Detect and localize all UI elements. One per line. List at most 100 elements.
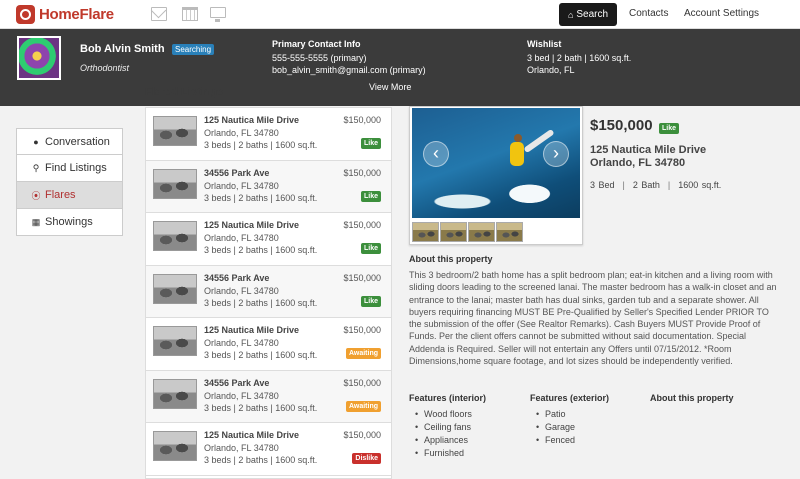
wishlist: Wishlist 3 bed | 2 bath | 1600 sq.ft. Or… <box>527 38 631 76</box>
listing-specs: 3 beds | 2 baths | 1600 sq.ft. <box>204 192 318 203</box>
listing-city: Orlando, FL 34780 <box>204 338 279 348</box>
listing-thumbnail <box>153 116 197 146</box>
sidebar-item-label: Showings <box>45 216 93 228</box>
status-badge: Searching <box>172 44 215 55</box>
contact-info-title: Primary Contact Info <box>272 39 361 49</box>
listing-price: $150,000 <box>343 377 381 388</box>
list-item[interactable]: 125 Nautica Mile Drive Orlando, FL 34780… <box>146 108 391 161</box>
chevron-left-icon[interactable]: ‹ <box>423 141 449 167</box>
surfer-head-shape <box>514 134 522 142</box>
feature-item: Appliances <box>415 434 486 447</box>
photo-thumbnail[interactable] <box>468 222 495 242</box>
wishlist-title: Wishlist <box>527 39 562 49</box>
home-icon: ⌂ <box>567 9 574 20</box>
sidebar-item-showings[interactable]: ▦ Showings <box>16 209 123 236</box>
listing-thumbnail <box>153 378 197 409</box>
feature-item: Wood floors <box>415 408 486 421</box>
search-button[interactable]: ⌂ Search <box>559 3 617 26</box>
wishlist-location: Orlando, FL <box>527 65 575 75</box>
side-menu: ● Conversation ⚲ Find Listings ⦿ Flares … <box>16 128 123 236</box>
list-item[interactable]: 125 Nautica Mile Drive Orlando, FL 34780… <box>146 213 391 266</box>
listing-main-photo: ‹ › <box>412 108 580 218</box>
listing-price: $150,000 <box>343 220 381 230</box>
listing-thumbnail <box>153 273 197 304</box>
listing-city: Orlando, FL 34780 <box>204 443 279 453</box>
listing-city: Orlando, FL 34780 <box>204 285 279 296</box>
listing-address: 34556 Park Ave <box>204 377 270 388</box>
listing-status-badge: Like <box>360 295 381 307</box>
listing-address: 125 Nautica Mile Drive <box>204 325 300 335</box>
listing-address: 34556 Park Ave <box>204 272 270 283</box>
view-more-link[interactable]: View More <box>369 82 411 92</box>
detail-address: 125 Nautica Mile Drive Orlando, FL 34780 <box>590 144 706 170</box>
detail-address-line2: Orlando, FL 34780 <box>590 157 686 169</box>
listing-status-badge: Like <box>360 138 381 149</box>
list-item[interactable]: 125 Nautica Mile Drive Orlando, FL 34780… <box>146 318 391 371</box>
flare-logo-icon <box>16 5 35 24</box>
feature-item: Furnished <box>415 447 486 460</box>
about-text: This 3 bedroom/2 bath home has a split b… <box>409 270 777 367</box>
profile-name: Bob Alvin Smith <box>80 43 165 55</box>
features-exterior-title: Features (exterior) <box>530 393 610 403</box>
detail-sqft: 1600 sq.ft. <box>678 180 722 190</box>
feature-item: Fenced <box>536 434 609 447</box>
listing-thumbnail <box>153 168 197 199</box>
photo-thumbnail[interactable] <box>440 222 467 242</box>
sidebar-item-label: Conversation <box>45 135 110 148</box>
calendar-icon[interactable] <box>182 7 198 21</box>
sidebar-item-label: Flares <box>45 189 76 201</box>
sidebar-item-find-listings[interactable]: ⚲ Find Listings <box>16 155 123 182</box>
features-exterior: Features (exterior) Patio Garage Fenced <box>530 393 609 447</box>
listing-city: Orlando, FL 34780 <box>204 233 279 243</box>
listing-thumbnail <box>153 431 197 461</box>
listing-city: Orlando, FL 34780 <box>204 180 279 191</box>
detail-address-line1: 125 Nautica Mile Drive <box>590 144 707 156</box>
list-item[interactable]: 34556 Park Ave Orlando, FL 34780 3 beds … <box>146 160 391 213</box>
contact-info: Primary Contact Info 555-555-5555 (prima… <box>272 38 426 76</box>
photo-thumbnail-strip <box>412 222 523 242</box>
list-item[interactable]: 125 Nautica Mile Drive Orlando, FL 34780… <box>146 423 391 476</box>
profile-header: Bob Alvin Smith Searching Orthodontist P… <box>0 29 800 106</box>
listing-status-badge: Like <box>360 243 381 254</box>
photo-thumbnail[interactable] <box>496 222 523 242</box>
detail-price: $150,000 <box>590 117 653 134</box>
calendar-icon: ▦ <box>31 216 41 227</box>
about-title: About this property <box>409 254 493 264</box>
chevron-right-icon[interactable]: › <box>543 141 569 167</box>
about-property-column: About this property <box>650 393 734 408</box>
email: bob_alvin_smith@gmail.com (primary) <box>272 65 426 75</box>
listing-status-badge: Dislike <box>352 453 381 464</box>
list-item[interactable]: 34556 Park Ave Orlando, FL 34780 3 beds … <box>146 265 391 318</box>
features-interior: Features (interior) Wood floors Ceiling … <box>409 393 486 460</box>
feature-item: Garage <box>536 421 609 434</box>
avatar <box>17 36 61 80</box>
list-item[interactable]: 34556 Park Ave Orlando, FL 34780 3 beds … <box>146 370 391 423</box>
listing-status-badge: Awaiting <box>345 400 381 412</box>
listing-address: 125 Nautica Mile Drive <box>204 430 300 440</box>
listing-specs: 3 beds | 2 baths | 1600 sq.ft. <box>204 245 318 255</box>
phone: 555-555-5555 (primary) <box>272 53 367 63</box>
listings-title: Flared Listings <box>145 86 224 98</box>
logo[interactable]: HomeFlare <box>16 5 114 24</box>
sidebar-item-conversation[interactable]: ● Conversation <box>16 128 123 155</box>
profile-role: Orthodontist <box>80 63 130 73</box>
listing-city: Orlando, FL 34780 <box>204 390 279 401</box>
photo-thumbnail[interactable] <box>412 222 439 242</box>
sidebar-item-flares[interactable]: ⦿ Flares <box>16 182 123 209</box>
listings-list: 125 Nautica Mile Drive Orlando, FL 34780… <box>145 107 392 479</box>
listing-price: $150,000 <box>343 430 381 440</box>
features-interior-title: Features (interior) <box>409 393 487 403</box>
surfer-shape <box>510 142 524 166</box>
feature-item: Ceiling fans <box>415 421 486 434</box>
listing-specs: 3 beds | 2 baths | 1600 sq.ft. <box>204 297 318 308</box>
detail-specs: 3 Bed | 2 Bath | 1600 sq.ft. <box>590 180 721 190</box>
photo-carousel: ‹ › <box>409 106 583 245</box>
listing-specs: 3 beds | 2 baths | 1600 sq.ft. <box>204 402 318 413</box>
listing-thumbnail <box>153 326 197 356</box>
account-settings-link[interactable]: Account Settings <box>684 8 759 19</box>
monitor-icon[interactable] <box>210 7 226 22</box>
magnifier-icon: ⚲ <box>32 162 40 173</box>
mail-icon[interactable] <box>151 7 167 21</box>
contacts-link[interactable]: Contacts <box>629 8 668 19</box>
about-title-2: About this property <box>650 393 734 403</box>
